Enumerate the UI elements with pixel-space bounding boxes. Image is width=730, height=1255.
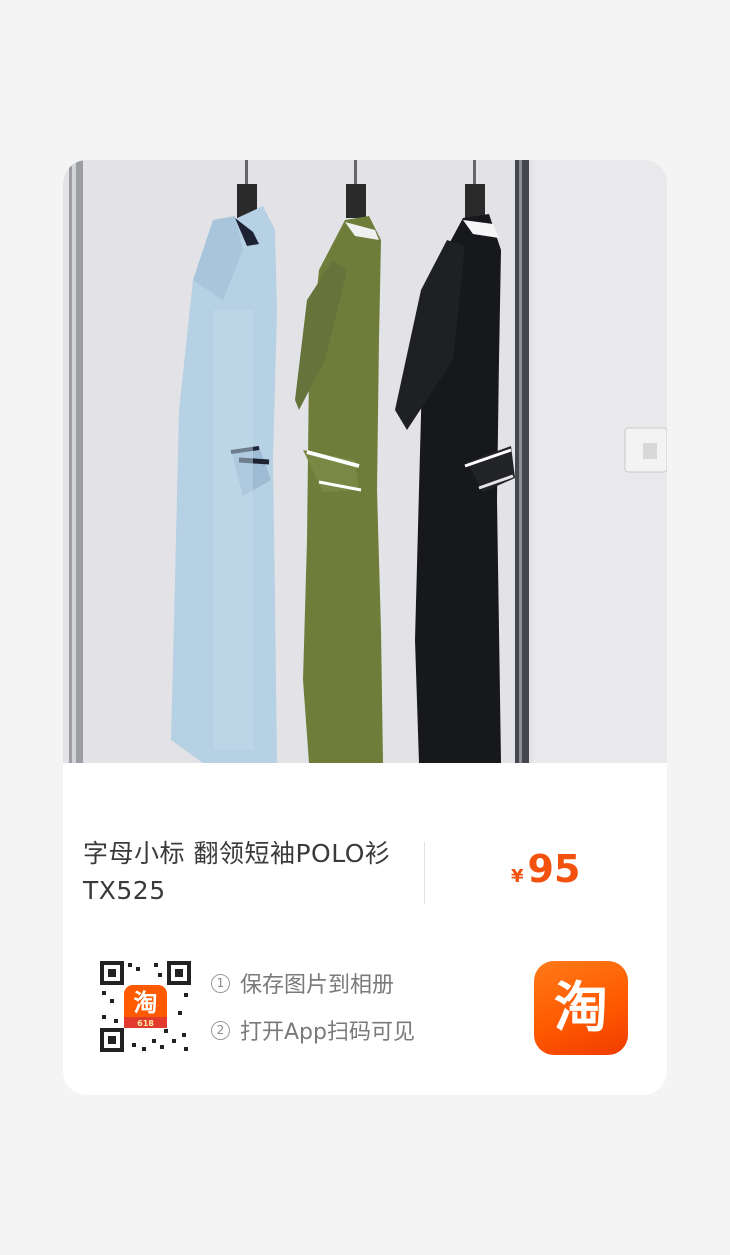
share-card: 字母小标 翻领短袖POLO衫 TX525 ¥ 95 淘 618 1 保存图片到相… bbox=[63, 160, 667, 1095]
step-number: 2 bbox=[211, 1020, 230, 1040]
step-save-image: 1 保存图片到相册 bbox=[211, 968, 415, 998]
product-title[interactable]: 字母小标 翻领短袖POLO衫 TX525 bbox=[83, 835, 423, 909]
product-title-line2: TX525 bbox=[83, 876, 166, 905]
taobao-glyph: 淘 bbox=[554, 976, 608, 1039]
product-title-line1: 字母小标 翻领短袖POLO衫 bbox=[83, 839, 391, 868]
step-open-app: 2 打开App扫码可见 bbox=[211, 1015, 415, 1045]
qr-badge-sub: 618 bbox=[137, 1019, 154, 1028]
qr-code-image: 淘 618 bbox=[98, 959, 193, 1054]
currency-symbol: ¥ bbox=[511, 866, 524, 887]
price-value: 95 bbox=[527, 847, 581, 891]
divider bbox=[424, 842, 425, 904]
taobao-app-icon[interactable]: 淘 bbox=[534, 961, 628, 1055]
product-photo[interactable] bbox=[63, 160, 667, 763]
product-info: 字母小标 翻领短袖POLO衫 TX525 ¥ 95 淘 618 1 保存图片到相… bbox=[63, 763, 667, 1095]
price: ¥ 95 bbox=[511, 849, 580, 889]
qr-badge-glyph: 淘 bbox=[134, 989, 158, 1017]
product-image bbox=[63, 160, 667, 763]
step-label: 打开App扫码可见 bbox=[240, 1020, 415, 1045]
step-label: 保存图片到相册 bbox=[240, 973, 395, 998]
step-number: 1 bbox=[211, 973, 230, 993]
qr-code[interactable]: 淘 618 bbox=[98, 959, 193, 1054]
instructions: 1 保存图片到相册 2 打开App扫码可见 bbox=[211, 968, 415, 1062]
